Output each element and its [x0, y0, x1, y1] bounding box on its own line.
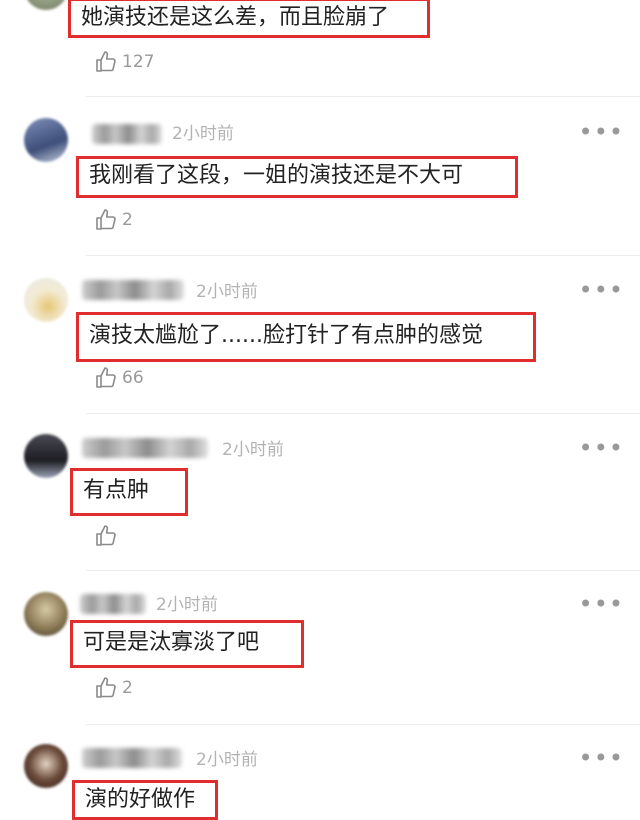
more-dots-icon[interactable]: •••: [579, 278, 624, 302]
like-button[interactable]: [94, 524, 122, 548]
avatar[interactable]: [24, 744, 68, 788]
thumbs-up-icon: [96, 51, 116, 72]
username[interactable]: [92, 124, 162, 144]
username[interactable]: [82, 748, 182, 768]
like-button[interactable]: 2: [94, 676, 133, 700]
comment-text: 演的好做作: [72, 780, 218, 820]
more-dots-icon[interactable]: •••: [579, 592, 624, 616]
more-dots-icon[interactable]: •••: [579, 120, 624, 144]
comment-time: 2小时前: [172, 124, 234, 144]
like-count: 2: [122, 678, 133, 698]
avatar[interactable]: [24, 0, 68, 10]
avatar[interactable]: [24, 118, 68, 162]
divider: [86, 255, 640, 256]
divider: [86, 570, 640, 571]
comment-text: 她演技还是这么差，而且脸崩了: [68, 0, 430, 38]
comment-text: 可是是汰寡淡了吧: [70, 620, 304, 668]
like-count: 2: [122, 210, 133, 230]
divider: [86, 413, 640, 414]
username[interactable]: [82, 280, 184, 300]
comment-text: 我刚看了这段，一姐的演技还是不大可: [76, 156, 518, 198]
thumbs-up-icon: [96, 367, 116, 388]
like-button[interactable]: 66: [94, 366, 144, 390]
like-count: 127: [122, 52, 155, 72]
thumbs-up-icon: [96, 209, 116, 230]
thumbs-up-icon: [96, 677, 116, 698]
divider: [86, 724, 640, 725]
username[interactable]: [80, 594, 146, 614]
like-button[interactable]: 2: [94, 208, 133, 232]
like-count: 66: [122, 368, 144, 388]
avatar[interactable]: [24, 278, 68, 322]
username[interactable]: [82, 438, 208, 458]
comment-time: 2小时前: [196, 282, 258, 302]
comment-text: 有点肿: [70, 468, 188, 516]
more-dots-icon[interactable]: •••: [579, 436, 624, 460]
comment-text: 演技太尴尬了......脸打针了有点肿的感觉: [76, 312, 536, 362]
comment-time: 2小时前: [156, 595, 218, 615]
comment-time: 2小时前: [222, 440, 284, 460]
more-dots-icon[interactable]: •••: [579, 746, 624, 770]
avatar[interactable]: [24, 434, 68, 478]
like-button[interactable]: 127: [94, 50, 154, 74]
divider: [86, 96, 640, 97]
thumbs-up-icon: [96, 525, 116, 546]
comment-time: 2小时前: [196, 750, 258, 770]
avatar[interactable]: [24, 592, 68, 636]
